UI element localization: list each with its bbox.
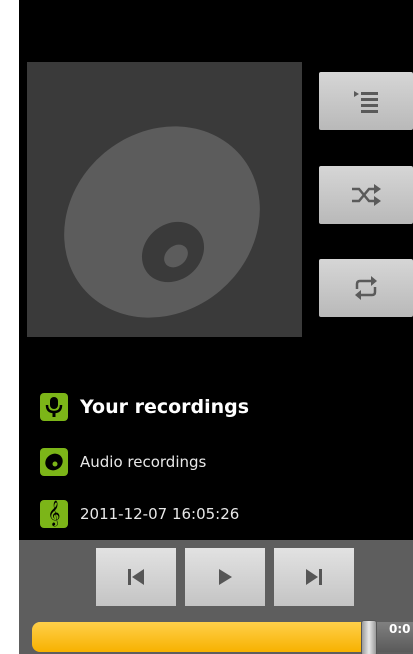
previous-button[interactable] (96, 548, 176, 606)
shuffle-icon (352, 184, 381, 206)
album-name: Audio recordings (80, 453, 207, 471)
music-player-screen: Your recordings Audio recordings 𝄞 2011-… (19, 0, 413, 654)
cd-disc-icon (64, 126, 260, 318)
repeat-icon (355, 276, 377, 300)
playback-controls: 0:0 (19, 540, 413, 654)
seek-bar-thumb[interactable] (361, 620, 377, 654)
play-icon (219, 569, 232, 585)
date-row: 𝄞 2011-12-07 16:05:26 (40, 500, 239, 528)
shuffle-button[interactable] (319, 166, 413, 224)
previous-icon (128, 569, 144, 585)
repeat-button[interactable] (319, 259, 413, 317)
track-title-row: Your recordings (40, 393, 249, 421)
queue-list-button[interactable] (319, 72, 413, 130)
microphone-icon (40, 393, 68, 421)
album-icon (40, 448, 68, 476)
seek-bar[interactable] (32, 622, 413, 652)
next-button[interactable] (274, 548, 354, 606)
seek-bar-progress (32, 622, 368, 652)
treble-clef-icon: 𝄞 (40, 500, 68, 528)
list-icon (354, 91, 378, 113)
next-icon (306, 569, 322, 585)
track-title: Your recordings (80, 396, 250, 418)
elapsed-time: 0:0 (389, 622, 411, 636)
album-row: Audio recordings (40, 448, 206, 476)
recording-date: 2011-12-07 16:05:26 (80, 505, 240, 523)
play-button[interactable] (185, 548, 265, 606)
album-art (27, 62, 302, 337)
